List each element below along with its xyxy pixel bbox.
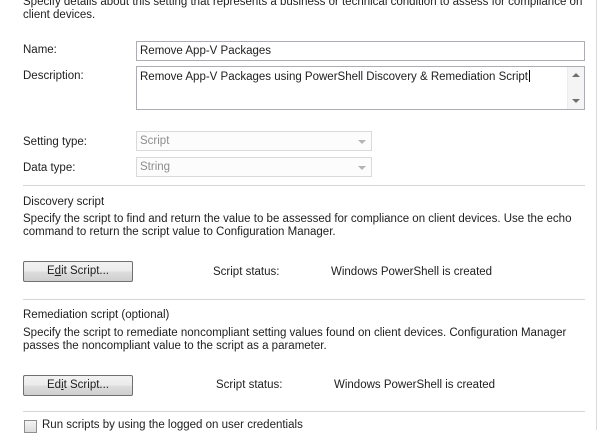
name-value: Remove App-V Packages	[140, 45, 272, 57]
text-caret	[529, 70, 530, 82]
remediation-status-value: Windows PowerShell is created	[334, 379, 496, 391]
chevron-down-icon	[358, 166, 366, 170]
divider	[23, 299, 585, 300]
remediation-edit-script-button[interactable]: Edit Script...	[23, 375, 133, 396]
discovery-description: Specify the script to find and return th…	[23, 213, 572, 238]
discovery-status-label: Script status:	[213, 266, 280, 278]
description-value: Remove App-V Packages using PowerShell D…	[140, 71, 528, 83]
remediation-title: Remediation script (optional)	[23, 309, 170, 321]
description-scrollbar[interactable]	[567, 67, 584, 109]
data-type-label: Data type:	[23, 162, 76, 174]
setting-type-value: Script	[140, 135, 170, 147]
description-textarea[interactable]: Remove App-V Packages using PowerShell D…	[136, 66, 585, 110]
remediation-description: Specify the script to remediate noncompl…	[23, 327, 567, 352]
scroll-up-icon[interactable]	[572, 73, 580, 77]
discovery-edit-script-button[interactable]: Edit Script...	[23, 261, 133, 282]
run-as-user-label[interactable]: Run scripts by using the logged on user …	[42, 419, 303, 431]
name-input[interactable]: Remove App-V Packages	[136, 41, 585, 61]
data-type-value: String	[140, 161, 171, 173]
description-label: Description:	[23, 70, 84, 82]
setting-type-select[interactable]: Script	[136, 131, 372, 151]
chevron-down-icon	[358, 140, 366, 144]
run-as-user-checkbox[interactable]	[24, 420, 37, 433]
discovery-status-value: Windows PowerShell is created	[331, 266, 493, 278]
setting-type-label: Setting type:	[23, 136, 87, 148]
divider	[23, 185, 585, 186]
window-edge	[596, 0, 597, 430]
name-label: Name:	[23, 44, 57, 56]
discovery-title: Discovery script	[23, 196, 105, 208]
intro-text: Specify details about this setting that …	[23, 0, 583, 21]
data-type-select[interactable]: String	[136, 157, 372, 177]
scroll-down-icon[interactable]	[572, 99, 580, 103]
divider	[23, 411, 585, 412]
remediation-status-label: Script status:	[216, 379, 283, 391]
